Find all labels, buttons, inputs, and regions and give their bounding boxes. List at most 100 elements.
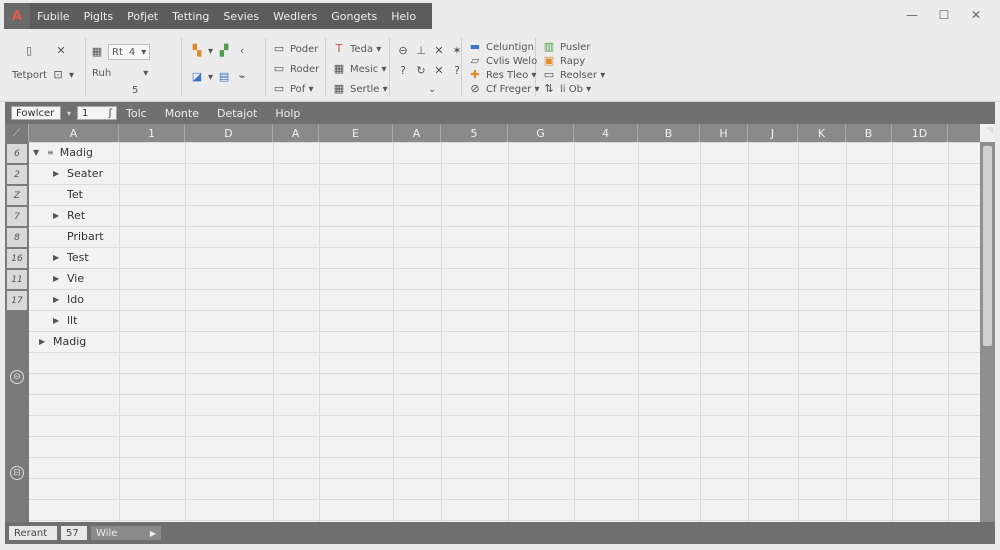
insert-icon[interactable]: ▞ <box>217 44 231 58</box>
paint-icon[interactable]: ◪ <box>190 70 204 84</box>
expand-icon[interactable]: ⊟ <box>10 466 24 480</box>
menu-wedlers[interactable]: Wedlers <box>266 10 324 23</box>
format-icon[interactable]: ⊡ <box>51 68 65 82</box>
cell-area[interactable]: ▼ ≡ Madig ▶ Seater Tet ▶ Ret Pribart ▶ Test ▶… <box>29 142 980 522</box>
plus-icon[interactable]: ✚ <box>468 68 482 82</box>
panel-icon[interactable]: ▯ <box>22 44 36 58</box>
sertle-button[interactable]: Sertle ▾ <box>350 84 388 95</box>
sheet-tab[interactable]: Wile ▶ <box>91 526 161 540</box>
scrollbar-thumb[interactable] <box>983 146 992 346</box>
column-header[interactable]: D <box>185 124 273 142</box>
shape-icon[interactable]: ⊖ <box>396 44 410 58</box>
anchor-icon[interactable]: ⊥ <box>414 44 428 58</box>
column-header[interactable]: E <box>319 124 393 142</box>
pusler-button[interactable]: Pusler <box>560 42 590 53</box>
tree-node[interactable]: ▶ Ret <box>53 209 85 222</box>
row-header[interactable]: Z <box>7 186 27 205</box>
tree-node[interactable]: ▶ llt <box>53 314 77 327</box>
cross-icon[interactable]: ✕ <box>432 44 446 58</box>
column-header[interactable]: A <box>273 124 319 142</box>
row-header[interactable]: 7 <box>7 207 27 226</box>
rapy-button[interactable]: Rapy <box>560 56 585 67</box>
link-icon[interactable]: ⌁ <box>235 70 249 84</box>
select-all-corner[interactable]: ⟋ <box>5 124 29 142</box>
page-icon[interactable]: ▭ <box>272 62 286 76</box>
dropdown-icon[interactable]: ▾ <box>208 72 213 83</box>
tree-node[interactable]: Tet <box>53 188 83 201</box>
cross-icon[interactable]: ✕ <box>432 64 446 78</box>
row-header[interactable]: 8 <box>7 228 27 247</box>
close-button[interactable]: ✕ <box>960 6 992 24</box>
chevron-down-icon[interactable]: ⌄ <box>428 84 436 95</box>
teda-button[interactable]: Teda ▾ <box>350 44 381 55</box>
reolser-button[interactable]: Reolser ▾ <box>560 70 605 81</box>
row-header[interactable]: 6 <box>7 144 27 163</box>
strip-menu-tolc[interactable]: Tolc <box>117 107 156 120</box>
copy-icon[interactable]: ▣ <box>542 54 556 68</box>
column-header[interactable]: J <box>748 124 798 142</box>
table-icon[interactable]: ▤ <box>217 70 231 84</box>
menu-setting[interactable]: Tetting <box>165 10 216 23</box>
cut-icon[interactable]: ✕ <box>54 44 68 58</box>
strip-menu-holp[interactable]: Holp <box>266 107 309 120</box>
freeze-icon[interactable]: ⊘ <box>468 82 482 96</box>
font-combo[interactable]: Rt 4 ▾ <box>108 44 151 60</box>
column-header[interactable]: 1D <box>892 124 948 142</box>
row-header[interactable]: 17 <box>7 291 27 310</box>
collapse-icon[interactable]: ⊖ <box>10 370 24 384</box>
column-header[interactable]: G <box>508 124 574 142</box>
roder-button[interactable]: Roder <box>290 64 319 75</box>
dropdown-icon[interactable]: ▾ <box>69 70 74 81</box>
cvlis-welo-button[interactable]: Cvlis Welo <box>486 56 537 67</box>
grid-icon[interactable]: ▦ <box>332 82 346 96</box>
column-header[interactable]: K <box>798 124 846 142</box>
question-icon[interactable]: ? <box>396 64 410 78</box>
celuntign-button[interactable]: Celuntign <box>486 42 534 53</box>
layer-icon[interactable]: ▱ <box>468 54 482 68</box>
star-icon[interactable]: ✶ <box>450 44 464 58</box>
menu-help[interactable]: Helo <box>384 10 423 23</box>
page-icon[interactable]: ▭ <box>272 42 286 56</box>
menu-project[interactable]: Pofjet <box>120 10 165 23</box>
menu-rights[interactable]: Piglts <box>77 10 121 23</box>
block-icon[interactable]: ▬ <box>468 40 482 54</box>
replace-icon[interactable]: ▭ <box>542 68 556 82</box>
tree-node[interactable]: ▶ Madig <box>39 335 86 348</box>
column-header[interactable]: H <box>700 124 748 142</box>
li-ob-button[interactable]: li Ob ▾ <box>560 84 591 95</box>
cf-freger-button[interactable]: Cf Freger ▾ <box>486 84 540 95</box>
column-header[interactable]: A <box>29 124 119 142</box>
align-icon[interactable]: ▦ <box>90 45 104 59</box>
tree-node[interactable]: ▶ Vie <box>53 272 84 285</box>
import-label[interactable]: Tetport <box>12 70 47 81</box>
dropdown-icon[interactable]: ▾ <box>143 68 148 79</box>
dropdown-icon[interactable]: ▾ <box>208 46 213 57</box>
poder-button[interactable]: Poder <box>290 44 318 55</box>
menu-series[interactable]: Sevies <box>216 10 266 23</box>
tree-node[interactable]: ▶ Seater <box>53 167 103 180</box>
ruh-label[interactable]: Ruh <box>92 68 111 79</box>
sum-icon[interactable]: ▥ <box>542 40 556 54</box>
grid-icon[interactable]: ▦ <box>332 62 346 76</box>
row-header[interactable]: 16 <box>7 249 27 268</box>
chevron-down-icon[interactable]: ▾ <box>67 109 71 118</box>
tree-node[interactable]: ▶ Test <box>53 251 89 264</box>
column-header[interactable]: 1 <box>119 124 185 142</box>
strip-menu-detajot[interactable]: Detajot <box>208 107 266 120</box>
maximize-button[interactable]: ☐ <box>928 6 960 24</box>
question-icon[interactable]: ? <box>450 64 464 78</box>
mesic-button[interactable]: Mesic ▾ <box>350 64 386 75</box>
pof-button[interactable]: Pof ▾ <box>290 84 314 95</box>
refresh-icon[interactable]: ↻ <box>414 64 428 78</box>
column-header[interactable]: B <box>638 124 700 142</box>
menu-file[interactable]: Fubile <box>30 10 77 23</box>
row-header[interactable]: 2 <box>7 165 27 184</box>
page-icon[interactable]: ▭ <box>272 82 286 96</box>
row-header[interactable]: 11 <box>7 270 27 289</box>
column-header[interactable]: B <box>846 124 892 142</box>
text-style-icon[interactable]: T <box>332 42 346 56</box>
column-header[interactable]: A <box>393 124 441 142</box>
menu-gadgets[interactable]: Gongets <box>324 10 384 23</box>
tree-node[interactable]: ▼ ≡ Madig <box>33 146 93 159</box>
chevron-left-icon[interactable]: ‹ <box>235 44 249 58</box>
